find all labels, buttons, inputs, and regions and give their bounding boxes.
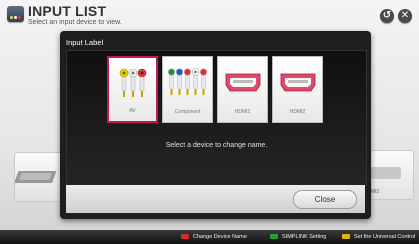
- dialog-prompt: Select a device to change name.: [165, 142, 268, 149]
- device-label-hdmi2: HDMI2: [289, 109, 306, 115]
- device-label-hdmi1: HDMI1: [234, 109, 251, 115]
- exit-button[interactable]: ✕: [398, 9, 412, 23]
- device-label-component: Component: [174, 109, 201, 115]
- background-card-label: MI2: [371, 189, 380, 195]
- tv-screen: INPUT LIST Select an input device to vie…: [0, 0, 419, 244]
- hdmi-port-icon: [371, 167, 401, 179]
- page-title: INPUT LIST: [28, 3, 107, 19]
- back-button[interactable]: ↺: [380, 9, 394, 23]
- universal-control-label: Set the Universal Control: [354, 234, 416, 240]
- dialog-footer: Close: [66, 185, 365, 213]
- change-device-name-label: Change Device Name: [193, 234, 247, 240]
- av-connector-icon: [119, 68, 146, 97]
- close-icon: ✕: [400, 10, 410, 21]
- component-connector-icon: [167, 68, 207, 95]
- device-card-hdmi2[interactable]: HDMI2: [272, 56, 323, 123]
- bottom-key-guide: Change Device Name SIMPLINK Setting Set …: [0, 230, 419, 244]
- device-card-av[interactable]: AV: [107, 56, 158, 123]
- red-key-icon: [181, 234, 189, 240]
- simplink-setting-hint[interactable]: SIMPLINK Setting: [270, 233, 326, 242]
- universal-control-hint[interactable]: Set the Universal Control: [342, 233, 415, 242]
- input-label-dialog: Input Label AV Component HDMI1 HDMI2 Sel…: [60, 31, 371, 219]
- back-icon: ↺: [382, 10, 392, 21]
- green-key-icon: [270, 234, 278, 240]
- dialog-title: Input Label: [66, 38, 104, 47]
- hdmi-port-icon: [225, 73, 260, 92]
- simplink-setting-label: SIMPLINK Setting: [282, 234, 327, 240]
- hdmi-port-icon: [280, 73, 315, 92]
- input-list-app-icon: [7, 6, 24, 22]
- yellow-key-icon: [342, 234, 350, 240]
- device-card-component[interactable]: Component: [162, 56, 213, 123]
- change-device-name-hint[interactable]: Change Device Name: [181, 233, 247, 242]
- device-selection-panel: AV Component HDMI1 HDMI2 Select a device…: [66, 50, 367, 186]
- device-label-av: AV: [129, 108, 136, 114]
- background-input-card-right[interactable]: MI2: [364, 150, 414, 200]
- device-card-hdmi1[interactable]: HDMI1: [217, 56, 268, 123]
- close-button[interactable]: Close: [293, 190, 357, 209]
- page-subtitle: Select an input device to view.: [28, 19, 122, 26]
